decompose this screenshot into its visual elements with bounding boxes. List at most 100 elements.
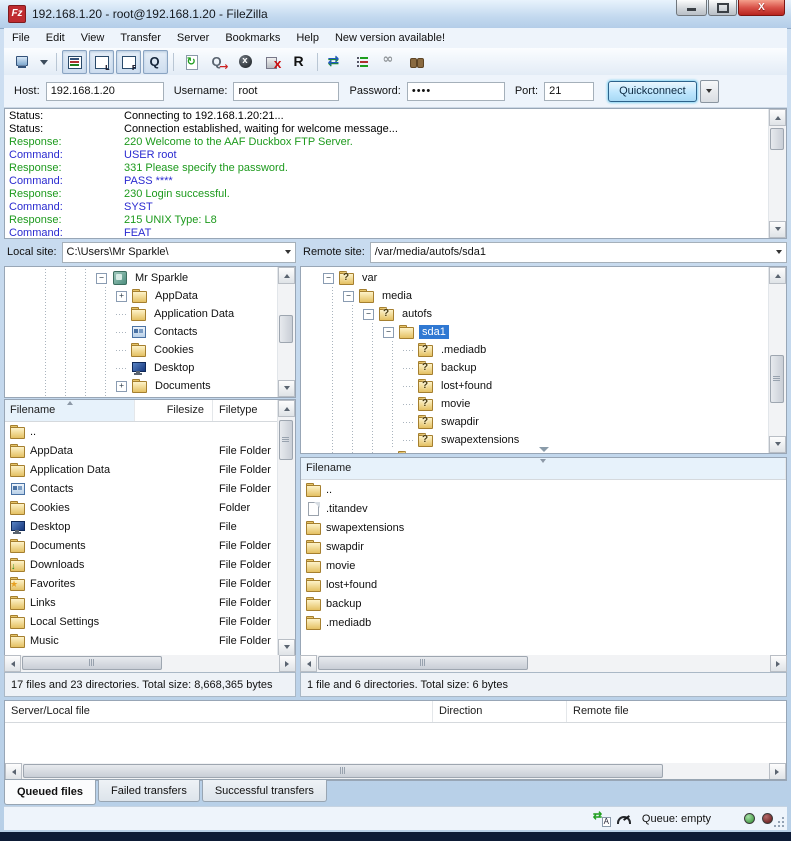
tab-failed-transfers[interactable]: Failed transfers	[98, 780, 200, 802]
tree-item-contacts[interactable]: Contacts	[5, 323, 278, 341]
transfer-type-icon[interactable]	[594, 811, 611, 827]
tree-item-cookies[interactable]: Cookies	[5, 341, 278, 359]
resize-grip[interactable]	[773, 816, 785, 828]
toolbar-refresh-button[interactable]	[179, 50, 204, 74]
menu-item-transfer[interactable]: Transfer	[112, 28, 169, 48]
file-row-local-settings[interactable]: Local SettingsFile Folder	[5, 612, 278, 631]
speed-limit-icon[interactable]	[615, 811, 632, 827]
file-row-mediadb[interactable]: .mediadb	[301, 613, 786, 632]
scroll-right-button[interactable]	[279, 655, 296, 672]
file-row-backup[interactable]: backup	[301, 594, 786, 613]
local-list-vscrollbar[interactable]	[277, 400, 295, 656]
scroll-thumb[interactable]	[770, 128, 784, 150]
file-row-links[interactable]: LinksFile Folder	[5, 593, 278, 612]
scroll-left-button[interactable]	[300, 655, 317, 672]
tree-item-downloads[interactable]: +↓Downloads	[5, 395, 278, 397]
scroll-thumb[interactable]	[22, 656, 162, 670]
tree-item-dvd[interactable]: ?dvd	[301, 449, 769, 453]
scroll-up-button[interactable]	[769, 267, 786, 284]
file-row-swapdir[interactable]: swapdir	[301, 537, 786, 556]
file-row-contacts[interactable]: ContactsFile Folder	[5, 479, 278, 498]
expander-minus-icon[interactable]: −	[96, 273, 107, 284]
expander-plus-icon[interactable]: +	[116, 381, 127, 392]
toolbar-site-manager-button[interactable]	[9, 50, 34, 74]
toolbar-toggle-queue-button[interactable]	[143, 50, 168, 74]
file-row-movie[interactable]: movie	[301, 556, 786, 575]
column-header-filename[interactable]: Filename	[301, 458, 786, 479]
file-row-desktop[interactable]: DesktopFile	[5, 517, 278, 536]
quickconnect-dropdown-button[interactable]	[700, 80, 719, 103]
queue-hscrollbar[interactable]	[5, 763, 786, 780]
toolbar-site-manager-dropdown-button[interactable]	[36, 50, 51, 74]
file-row-titandev[interactable]: .titandev	[301, 499, 786, 518]
remote-tree-vscrollbar[interactable]	[768, 267, 786, 453]
username-input[interactable]	[233, 82, 339, 101]
tree-item-media[interactable]: −media	[301, 287, 769, 305]
toolbar-toggle-remote-tree-button[interactable]	[116, 50, 141, 74]
file-row-cookies[interactable]: CookiesFolder	[5, 498, 278, 517]
file-row-item[interactable]: ..	[301, 480, 786, 499]
password-input[interactable]	[407, 82, 505, 101]
message-log-vscrollbar[interactable]	[768, 109, 786, 238]
toolbar-reconnect-button[interactable]	[287, 50, 312, 74]
tree-item-lost-found[interactable]: ?lost+found	[301, 377, 769, 395]
port-input[interactable]	[544, 82, 594, 101]
scroll-up-button[interactable]	[278, 400, 295, 417]
toolbar-cancel-button[interactable]	[233, 50, 258, 74]
toolbar-synchronized-browsing-button[interactable]	[377, 50, 402, 74]
local-site-combobox[interactable]: C:\Users\Mr Sparkle\	[62, 242, 296, 263]
scroll-up-button[interactable]	[278, 267, 295, 284]
column-header-filesize[interactable]: Filesize	[135, 400, 213, 421]
local-list-hscrollbar[interactable]	[4, 655, 296, 672]
column-header-filename[interactable]: Filename	[5, 400, 135, 421]
tab-successful-transfers[interactable]: Successful transfers	[202, 780, 327, 802]
scroll-thumb[interactable]	[770, 355, 784, 403]
expander-minus-icon[interactable]: −	[363, 309, 374, 320]
queue-column-server-local-file[interactable]: Server/Local file	[5, 701, 433, 722]
tree-item-mediadb[interactable]: ?.mediadb	[301, 341, 769, 359]
menu-item-edit[interactable]: Edit	[38, 28, 73, 48]
tree-item-desktop[interactable]: Desktop	[5, 359, 278, 377]
scroll-down-button[interactable]	[278, 639, 295, 656]
menu-item-server[interactable]: Server	[169, 28, 217, 48]
scroll-thumb[interactable]	[318, 656, 528, 670]
remote-list-hscrollbar[interactable]	[300, 655, 787, 672]
file-row-lost-found[interactable]: lost+found	[301, 575, 786, 594]
close-button[interactable]: X	[738, 0, 785, 16]
scroll-thumb[interactable]	[279, 315, 293, 343]
scroll-up-button[interactable]	[769, 109, 786, 126]
file-row-downloads[interactable]: ↓DownloadsFile Folder	[5, 555, 278, 574]
toolbar-process-queue-button[interactable]	[206, 50, 231, 74]
minimize-button[interactable]	[676, 0, 707, 16]
scroll-down-button[interactable]	[278, 380, 295, 397]
host-input[interactable]	[46, 82, 164, 101]
menu-item-bookmarks[interactable]: Bookmarks	[217, 28, 288, 48]
expander-minus-icon[interactable]: −	[343, 291, 354, 302]
menu-item-view[interactable]: View	[73, 28, 113, 48]
local-tree-vscrollbar[interactable]	[277, 267, 295, 397]
tree-item-appdata[interactable]: +AppData	[5, 287, 278, 305]
toolbar-toggle-message-log-button[interactable]	[62, 50, 87, 74]
tab-queued-files[interactable]: Queued files	[4, 780, 96, 805]
toolbar-disconnect-button[interactable]	[260, 50, 285, 74]
queue-column-remote-file[interactable]: Remote file	[567, 701, 786, 722]
toolbar-toggle-local-tree-button[interactable]	[89, 50, 114, 74]
toolbar-directory-comparison-button[interactable]	[323, 50, 348, 74]
toolbar-file-search-button[interactable]	[404, 50, 429, 74]
tree-item-autofs[interactable]: −?autofs	[301, 305, 769, 323]
file-row-favorites[interactable]: ★FavoritesFile Folder	[5, 574, 278, 593]
scroll-right-button[interactable]	[769, 763, 786, 780]
menu-item-file[interactable]: File	[4, 28, 38, 48]
scroll-down-button[interactable]	[769, 436, 786, 453]
file-row-appdata[interactable]: AppDataFile Folder	[5, 441, 278, 460]
tree-item-application-data[interactable]: Application Data	[5, 305, 278, 323]
scroll-left-button[interactable]	[5, 763, 22, 780]
quickconnect-button[interactable]: Quickconnect	[608, 81, 697, 102]
tree-item-movie[interactable]: ?movie	[301, 395, 769, 413]
tree-item-documents[interactable]: +Documents	[5, 377, 278, 395]
tree-item-sda1[interactable]: −sda1	[301, 323, 769, 341]
file-row-application-data[interactable]: Application DataFile Folder	[5, 460, 278, 479]
tree-item-swapdir[interactable]: ?swapdir	[301, 413, 769, 431]
scroll-thumb[interactable]	[279, 420, 293, 460]
tree-item-swapextensions[interactable]: ?swapextensions	[301, 431, 769, 449]
